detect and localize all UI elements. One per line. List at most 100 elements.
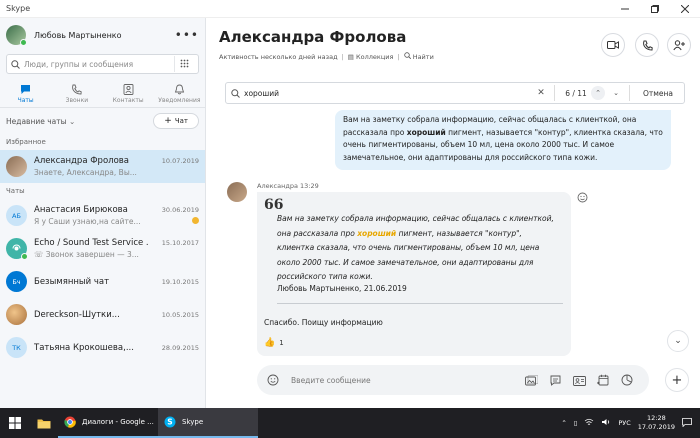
separator: | (397, 52, 400, 61)
chat-item-echo[interactable]: Echo / Sound Test Service . 15.10.2017 ☏… (0, 232, 205, 265)
search-icon (403, 52, 411, 60)
avatar: ТК (6, 337, 27, 358)
poll-button[interactable] (615, 370, 639, 390)
calendar-icon (596, 374, 608, 386)
volume-icon[interactable] (601, 418, 611, 428)
new-chat-button[interactable]: + Чат (153, 113, 199, 129)
find-link[interactable]: Найти (403, 52, 434, 61)
video-call-button[interactable] (601, 33, 625, 57)
add-reaction-button[interactable] (577, 192, 588, 203)
search-highlight: хороший (357, 228, 397, 238)
image-icon (524, 374, 538, 385)
chat-name: Александра Фролова (34, 156, 129, 166)
taskbar-app-chrome[interactable]: Диалоги - Google ... (58, 408, 158, 438)
notifications-icon[interactable] (682, 417, 692, 429)
clock[interactable]: 12:28 17.07.2019 (638, 414, 675, 432)
collection-link[interactable]: ▤ Коллекция (348, 53, 394, 61)
add-people-button[interactable] (667, 33, 691, 57)
chat-name: Татьяна Крокошева,... (34, 342, 134, 353)
previous-result-button[interactable]: ⌃ (591, 86, 605, 100)
tab-label: Чаты (17, 97, 34, 104)
clear-search-button[interactable]: ✕ (534, 88, 548, 98)
find-result-count: 6 / 11 (565, 88, 587, 98)
audio-call-button[interactable] (635, 33, 659, 57)
search-highlight: хороший (406, 127, 446, 137)
chat-item-anastasia[interactable]: АБ Анастасия Бирюкова 30.06.2019 Я у Саш… (0, 199, 205, 232)
chat-name: Dereckson-Шутки... (34, 309, 120, 320)
chevron-down-icon: ⌄ (68, 116, 76, 126)
quoted-text: Вам на заметку собрала информацию, сейча… (277, 212, 561, 285)
search-box (6, 54, 199, 74)
language-indicator[interactable]: РУС (618, 419, 630, 427)
start-button[interactable] (0, 408, 30, 438)
chat-date: 19.10.2015 (161, 277, 199, 286)
find-cancel-button[interactable]: Отмена (637, 89, 679, 98)
speaker-icon (602, 419, 610, 425)
find-input[interactable] (244, 88, 534, 98)
clock-date: 17.07.2019 (637, 423, 675, 431)
chat-item-tatyana[interactable]: ТК Татьяна Крокошева,... 28.09.2015 (0, 331, 205, 364)
maximize-button[interactable] (640, 0, 670, 18)
next-result-button[interactable]: ⌄ (609, 86, 623, 100)
contact-card-button[interactable] (567, 370, 591, 390)
tab-chats[interactable]: Чаты (0, 80, 51, 107)
taskbar-explorer[interactable] (30, 408, 58, 438)
schedule-button[interactable] (591, 370, 615, 390)
chat-date: 10.07.2019 (161, 157, 199, 165)
outgoing-message[interactable]: Вам на заметку собрала информацию, сейча… (335, 110, 671, 170)
presence-indicator (20, 39, 27, 46)
more-actions-button[interactable]: + (665, 368, 689, 392)
conversation-title[interactable]: Александра Фролова (219, 28, 406, 46)
more-options-button[interactable]: ••• (175, 28, 199, 42)
close-icon (681, 4, 689, 13)
network-icon[interactable] (584, 418, 594, 428)
profile-name[interactable]: Любовь Мартыненко (34, 31, 175, 40)
chrome-icon (64, 416, 76, 428)
chat-preview-text: Звонок завершен — 3... (45, 250, 139, 259)
minimize-button[interactable] (610, 0, 640, 18)
emoji-button[interactable] (267, 374, 279, 386)
avatar[interactable] (6, 25, 27, 46)
windows-logo-icon (9, 417, 21, 429)
avatar[interactable] (227, 182, 247, 202)
chevron-down-icon: ⌄ (674, 336, 682, 346)
tab-contacts[interactable]: Контакты (103, 80, 154, 107)
recent-chats-row: Недавние чаты ⌄ + Чат (0, 108, 205, 134)
contact-card-icon (572, 375, 586, 386)
message-input[interactable] (291, 375, 519, 385)
taskbar-app-label: Skype (182, 418, 204, 426)
chevron-up-icon: ⌃ (595, 89, 601, 97)
plus-icon: + (164, 116, 172, 126)
media-button[interactable] (519, 370, 543, 390)
system-tray: ⌃ ▯ РУС 12:28 17.07.2019 (561, 408, 700, 438)
battery-icon[interactable]: ▯ (574, 419, 578, 427)
favorites-header: Избранное (6, 138, 46, 146)
taskbar-app-skype[interactable]: S Skype (158, 408, 258, 438)
dialpad-button[interactable] (174, 56, 194, 72)
incoming-message[interactable]: 66 Вам на заметку собрала информацию, се… (257, 192, 571, 356)
file-icon (550, 375, 560, 386)
chat-item-aleksandra[interactable]: Александра Фролова 10.07.2019 Знаете, Ал… (0, 150, 205, 183)
divider (554, 85, 555, 101)
tab-notifications[interactable]: Уведомления (154, 80, 205, 107)
file-button[interactable] (543, 370, 567, 390)
chat-preview: Я у Саши узнаю,на сайте... (34, 217, 141, 226)
reaction-badge[interactable]: 👍 1 (264, 336, 284, 350)
search-input[interactable] (24, 59, 174, 69)
tray-chevron-up-icon[interactable]: ⌃ (561, 419, 566, 427)
find-label: Найти (412, 53, 434, 61)
tab-calls[interactable]: Звонки (51, 80, 102, 107)
wifi-icon (585, 418, 594, 425)
plus-icon: + (671, 372, 683, 388)
recent-chats-label: Недавние чаты (6, 116, 67, 126)
conversation-pane: Александра Фролова Активность несколько … (207, 18, 700, 408)
recent-chats-dropdown[interactable]: Недавние чаты ⌄ (6, 117, 75, 126)
collection-icon: ▤ (347, 52, 354, 61)
find-in-chat-bar: ✕ 6 / 11 ⌃ ⌄ Отмена (225, 82, 685, 104)
thumbs-up-icon: 👍 (264, 338, 276, 348)
taskbar-app-label: Диалоги - Google ... (82, 418, 154, 426)
chat-item-dereckson[interactable]: Dereckson-Шутки... 10.05.2015 (0, 298, 205, 331)
scroll-down-button[interactable]: ⌄ (667, 330, 689, 352)
close-button[interactable] (670, 0, 700, 18)
chat-item-unnamed[interactable]: Бч Безымянный чат 19.10.2015 (0, 265, 205, 298)
